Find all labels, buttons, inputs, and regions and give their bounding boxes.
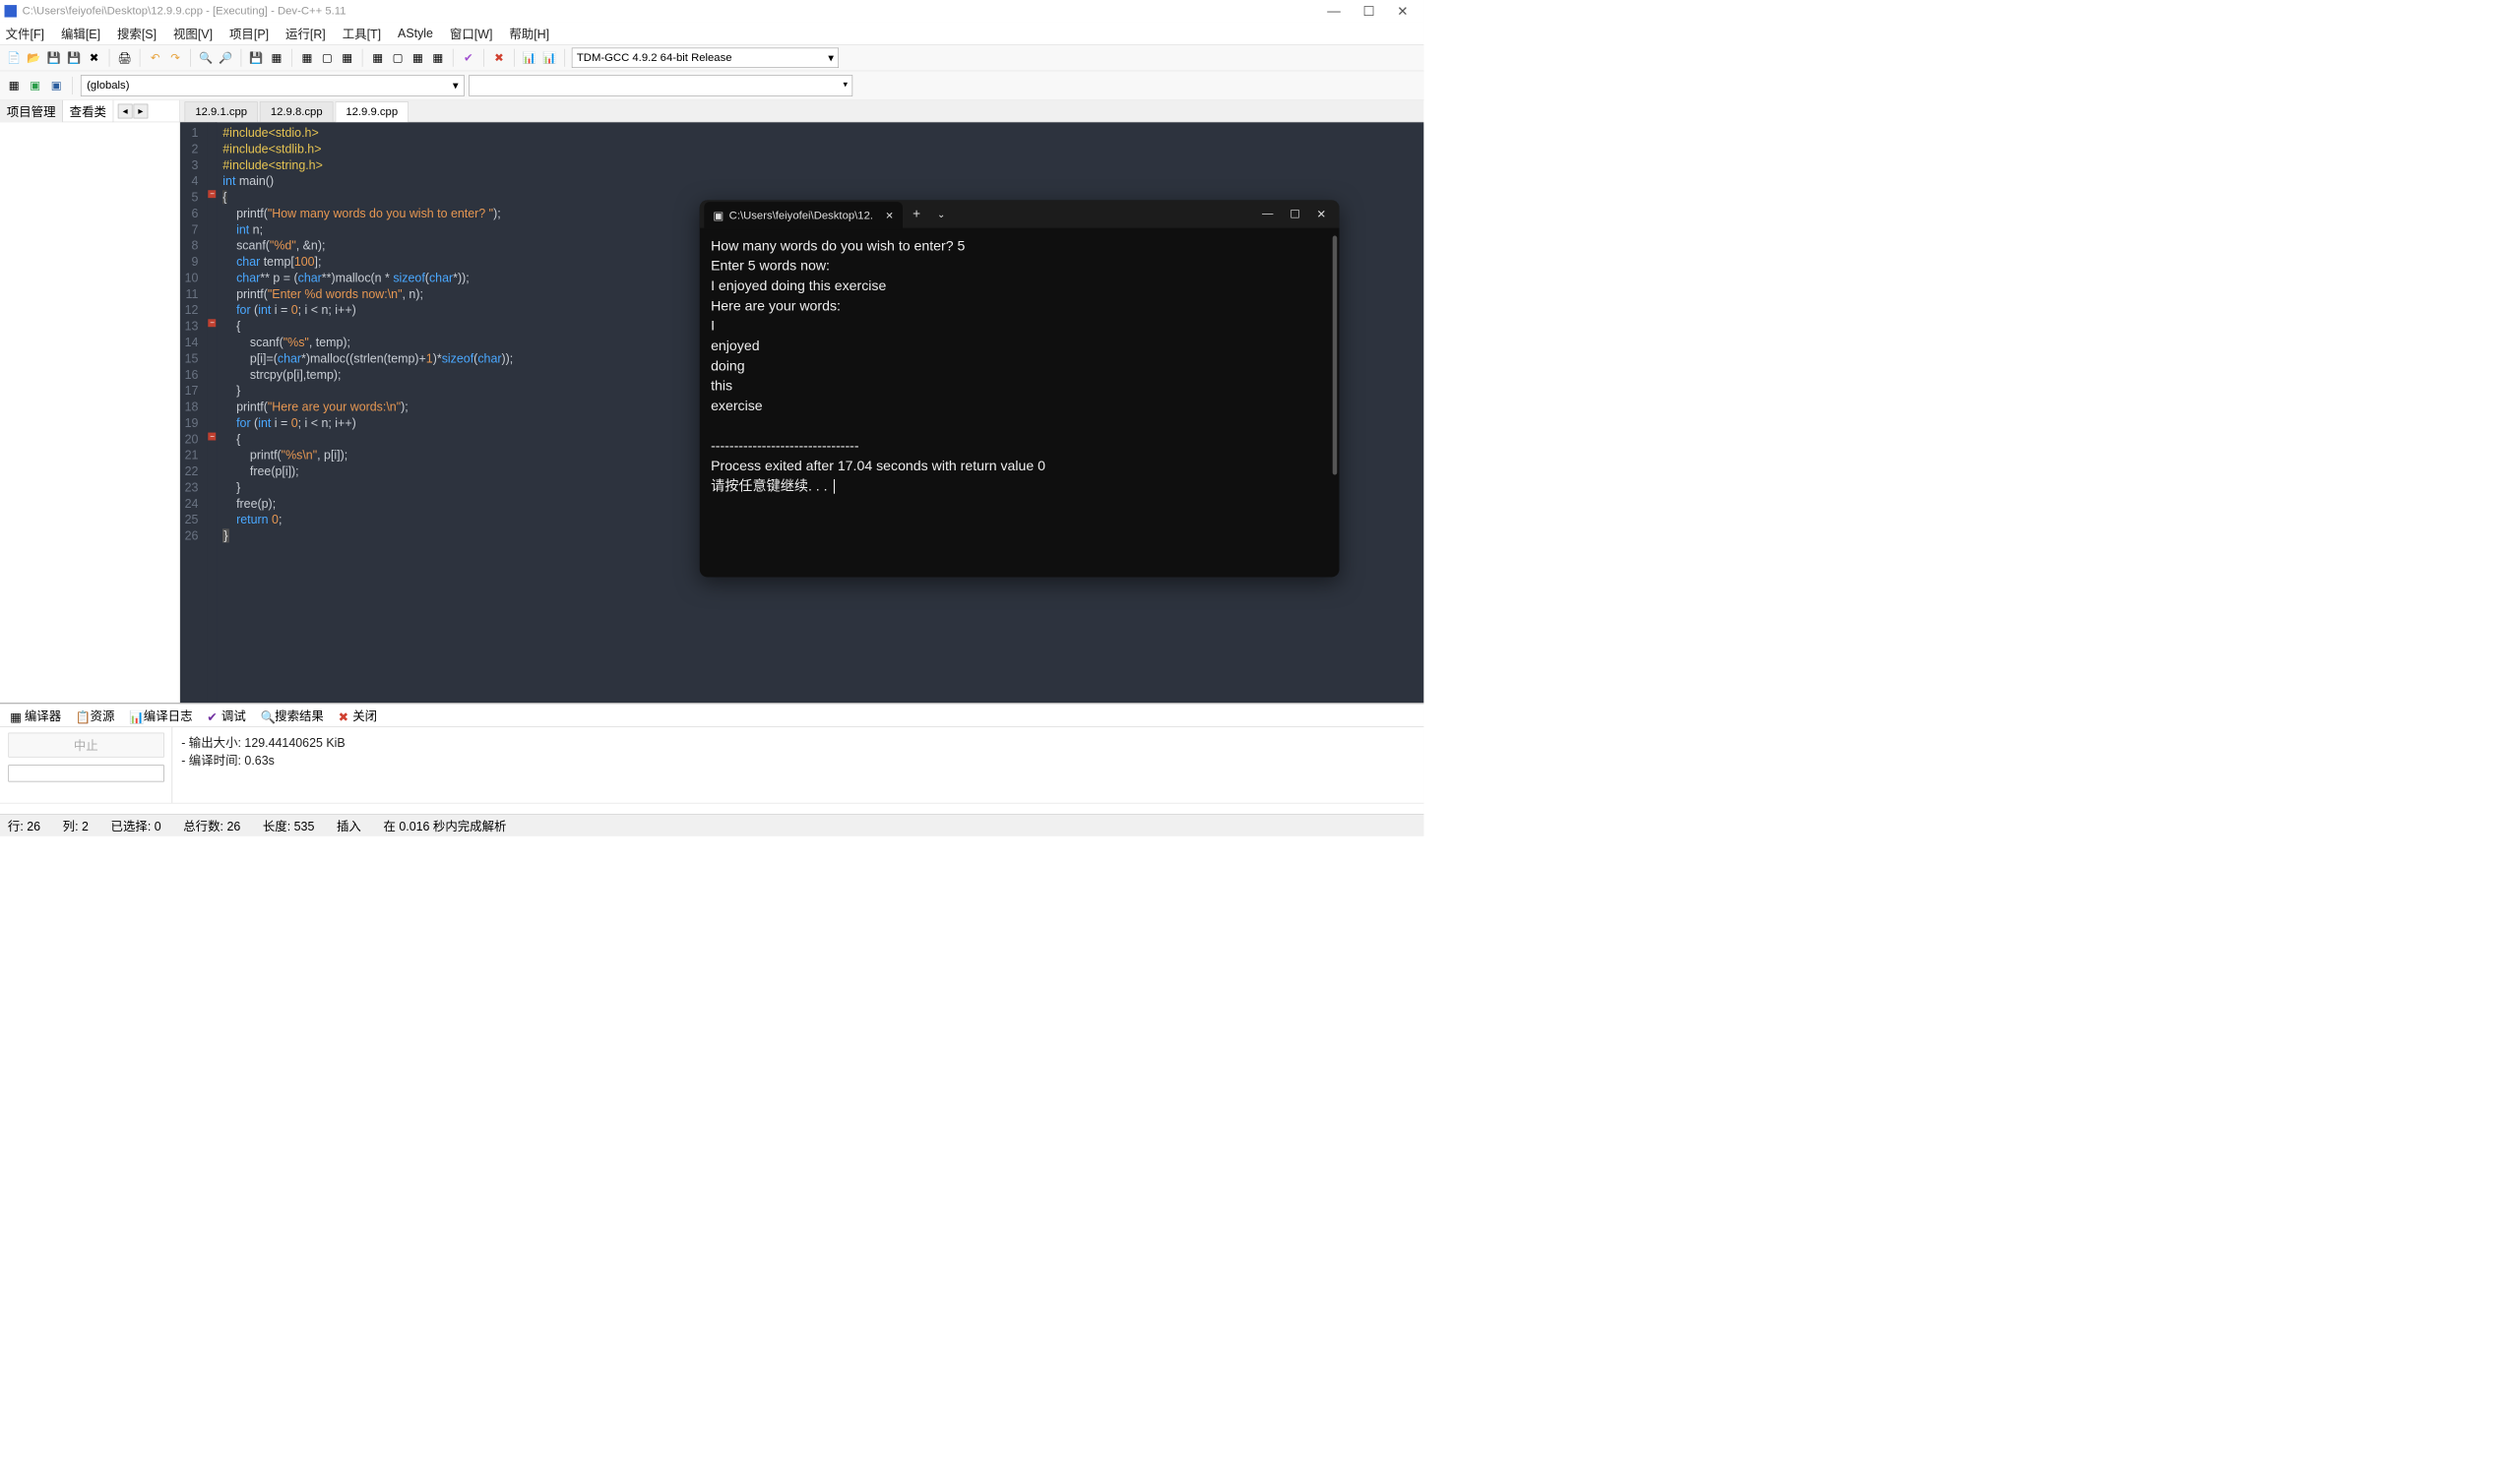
bookmark-icon[interactable]: ▣	[48, 77, 65, 93]
goto-icon[interactable]: ▦	[6, 77, 23, 93]
delete-icon[interactable]: ✖	[490, 49, 507, 66]
bottom-tab-compilelog[interactable]: 📊编译日志	[123, 705, 198, 727]
bottom-panel: ▦编译器 📋资源 📊编译日志 ✔调试 🔍搜索结果 ✖关闭 中止 - 输出大小: …	[0, 703, 1423, 814]
fold-marker-icon[interactable]: −	[209, 190, 217, 198]
titlebar: C:\Users\feiyofei\Desktop\12.9.9.cpp - […	[0, 0, 1423, 23]
print-icon[interactable]: 🖨	[116, 49, 133, 66]
file-tabs: 12.9.1.cpp 12.9.8.cpp 12.9.9.cpp	[180, 100, 1423, 123]
status-selected: 已选择: 0	[111, 817, 161, 834]
toolbar-secondary: ▦ ▣ ▣ (globals) ▾ ▾	[0, 71, 1423, 99]
redo-icon[interactable]: ↷	[167, 49, 184, 66]
grid3-icon[interactable]: ▦	[410, 49, 426, 66]
terminal-add-tab-button[interactable]: +	[903, 207, 930, 222]
grid2-icon[interactable]: ▢	[390, 49, 407, 66]
fold-marker-icon[interactable]: −	[209, 433, 217, 441]
bottom-scrollbar[interactable]	[0, 803, 1423, 814]
grid4-icon[interactable]: ▦	[429, 49, 446, 66]
terminal-tab[interactable]: ▣ C:\Users\feiyofei\Desktop\12. ✕	[704, 202, 903, 229]
status-col: 列: 2	[63, 817, 89, 834]
menu-window[interactable]: 窗口[W]	[450, 25, 493, 42]
open-file-icon[interactable]: 📂	[26, 49, 42, 66]
terminal-output[interactable]: How many words do you wish to enter? 5 E…	[700, 228, 1340, 578]
status-total-lines: 总行数: 26	[183, 817, 240, 834]
fold-marker-icon[interactable]: −	[209, 319, 217, 327]
terminal-tab-close-icon[interactable]: ✕	[885, 210, 894, 221]
menu-project[interactable]: 项目[P]	[229, 25, 269, 42]
layout-icon[interactable]: ▦	[268, 49, 284, 66]
terminal-window: ▣ C:\Users\feiyofei\Desktop\12. ✕ + ⌄ — …	[700, 200, 1340, 577]
status-insert-mode: 插入	[337, 817, 361, 834]
bottom-tab-debug[interactable]: ✔调试	[202, 705, 252, 727]
bottom-tab-search[interactable]: 🔍搜索结果	[255, 705, 330, 727]
undo-icon[interactable]: ↶	[147, 49, 163, 66]
menubar: 文件[F] 编辑[E] 搜索[S] 视图[V] 项目[P] 运行[R] 工具[T…	[0, 23, 1423, 45]
sidebar-next-button[interactable]: ▸	[134, 103, 149, 118]
menu-file[interactable]: 文件[F]	[6, 25, 44, 42]
compile-log: - 输出大小: 129.44140625 KiB - 编译时间: 0.63s	[172, 727, 1423, 803]
minimize-button[interactable]: —	[1327, 3, 1341, 19]
compiler-combo[interactable]: TDM-GCC 4.9.2 64-bit Release ▾	[572, 48, 839, 68]
status-parse-time: 在 0.016 秒内完成解析	[383, 817, 506, 834]
terminal-close-button[interactable]: ✕	[1316, 207, 1325, 220]
save-layout-icon[interactable]: 💾	[248, 49, 265, 66]
sidebar-tab-project[interactable]: 项目管理	[0, 100, 63, 122]
profile2-icon[interactable]: 📊	[541, 49, 558, 66]
replace-icon[interactable]: 🔎	[218, 49, 234, 66]
close-button[interactable]: ✕	[1397, 3, 1408, 19]
terminal-minimize-button[interactable]: —	[1262, 207, 1273, 220]
run-icon[interactable]: ▢	[319, 49, 336, 66]
file-tab[interactable]: 12.9.8.cpp	[260, 101, 333, 121]
check-icon[interactable]: ✔	[460, 49, 476, 66]
bottom-tab-compiler[interactable]: ▦编译器	[5, 705, 67, 727]
sidebar-prev-button[interactable]: ◂	[118, 103, 133, 118]
progress-bar	[8, 765, 163, 781]
symbols-combo[interactable]: ▾	[469, 75, 852, 95]
line-number-gutter: 1234567891011121314151617181920212223242…	[180, 122, 207, 703]
fold-column: − − −	[207, 122, 217, 703]
window-title: C:\Users\feiyofei\Desktop\12.9.9.cpp - […	[23, 5, 346, 18]
abort-button[interactable]: 中止	[8, 733, 163, 758]
find-icon[interactable]: 🔍	[198, 49, 215, 66]
menu-search[interactable]: 搜索[S]	[117, 25, 157, 42]
maximize-button[interactable]: ☐	[1362, 3, 1374, 19]
menu-edit[interactable]: 编辑[E]	[61, 25, 100, 42]
terminal-tab-title: C:\Users\feiyofei\Desktop\12.	[729, 210, 873, 222]
file-tab[interactable]: 12.9.1.cpp	[185, 101, 258, 121]
status-length: 长度: 535	[263, 817, 315, 834]
terminal-icon: ▣	[713, 209, 724, 222]
app-icon	[5, 5, 17, 17]
menu-help[interactable]: 帮助[H]	[509, 25, 549, 42]
globals-combo[interactable]: (globals) ▾	[81, 75, 465, 95]
terminal-maximize-button[interactable]: ☐	[1290, 207, 1299, 220]
bookmark-add-icon[interactable]: ▣	[27, 77, 43, 93]
terminal-scrollbar[interactable]	[1333, 236, 1338, 475]
bottom-tab-close[interactable]: ✖关闭	[333, 705, 383, 727]
sidebar-tab-class[interactable]: 查看类	[63, 100, 113, 122]
sidebar-content	[0, 122, 179, 703]
save-icon[interactable]: 💾	[45, 49, 62, 66]
menu-run[interactable]: 运行[R]	[285, 25, 326, 42]
profile-icon[interactable]: 📊	[521, 49, 537, 66]
sidebar: 项目管理 查看类 ◂ ▸	[0, 100, 180, 703]
status-line: 行: 26	[8, 817, 40, 834]
menu-view[interactable]: 视图[V]	[173, 25, 213, 42]
terminal-dropdown-button[interactable]: ⌄	[930, 209, 952, 220]
toolbar-main: 📄 📂 💾 💾 ✖ 🖨 ↶ ↷ 🔍 🔎 💾 ▦ ▦ ▢ ▦ ▦ ▢ ▦ ▦ ✔ …	[0, 44, 1423, 71]
save-all-icon[interactable]: 💾	[66, 49, 83, 66]
grid1-icon[interactable]: ▦	[369, 49, 386, 66]
menu-astyle[interactable]: AStyle	[398, 27, 433, 41]
compile-run-icon[interactable]: ▦	[339, 49, 355, 66]
statusbar: 行: 26 列: 2 已选择: 0 总行数: 26 长度: 535 插入 在 0…	[0, 814, 1423, 836]
bottom-tab-resources[interactable]: 📋资源	[70, 705, 120, 727]
close-file-icon[interactable]: ✖	[86, 49, 102, 66]
file-tab[interactable]: 12.9.9.cpp	[336, 101, 409, 122]
menu-tools[interactable]: 工具[T]	[343, 25, 381, 42]
compile-icon[interactable]: ▦	[298, 49, 315, 66]
new-file-icon[interactable]: 📄	[6, 49, 23, 66]
